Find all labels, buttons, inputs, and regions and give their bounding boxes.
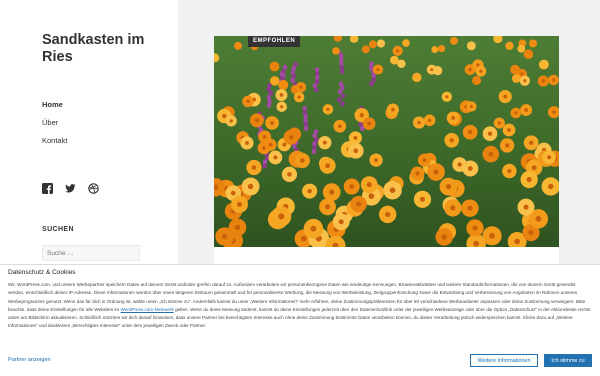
nav-item-home[interactable]: Home (42, 98, 146, 116)
consent-banner: Datenschutz & Cookies Wir, WordPress.com… (0, 264, 600, 376)
nav-item-kontakt[interactable]: Kontakt (42, 134, 146, 152)
more-info-button[interactable]: Weitere Informationen (470, 354, 538, 367)
facebook-icon[interactable] (42, 181, 53, 194)
featured-post: EMPFOHLEN (214, 36, 559, 276)
twitter-icon[interactable] (65, 181, 76, 193)
featured-badge: EMPFOHLEN (248, 36, 301, 47)
wordpress-network-link[interactable]: WordPress.com-Netzwerk (121, 307, 174, 312)
show-partners-link[interactable]: Partner anzeigen (8, 357, 51, 363)
consent-title: Datenschutz & Cookies (8, 269, 76, 276)
post-image[interactable]: EMPFOHLEN (214, 36, 559, 247)
site-title[interactable]: Sandkasten im Ries (42, 32, 162, 66)
search-input[interactable] (42, 245, 140, 261)
flower-field-image (214, 36, 559, 247)
main-navigation: Home Über Kontakt (42, 98, 146, 152)
nav-item-ueber[interactable]: Über (42, 116, 146, 134)
accept-button[interactable]: Ich stimme zu (544, 354, 592, 367)
consent-text: Wir, WordPress.com, und unsere Werbepart… (8, 281, 592, 331)
dribbble-icon[interactable] (88, 181, 99, 194)
search-widget-title: SUCHEN (42, 226, 74, 233)
social-links (42, 181, 99, 194)
